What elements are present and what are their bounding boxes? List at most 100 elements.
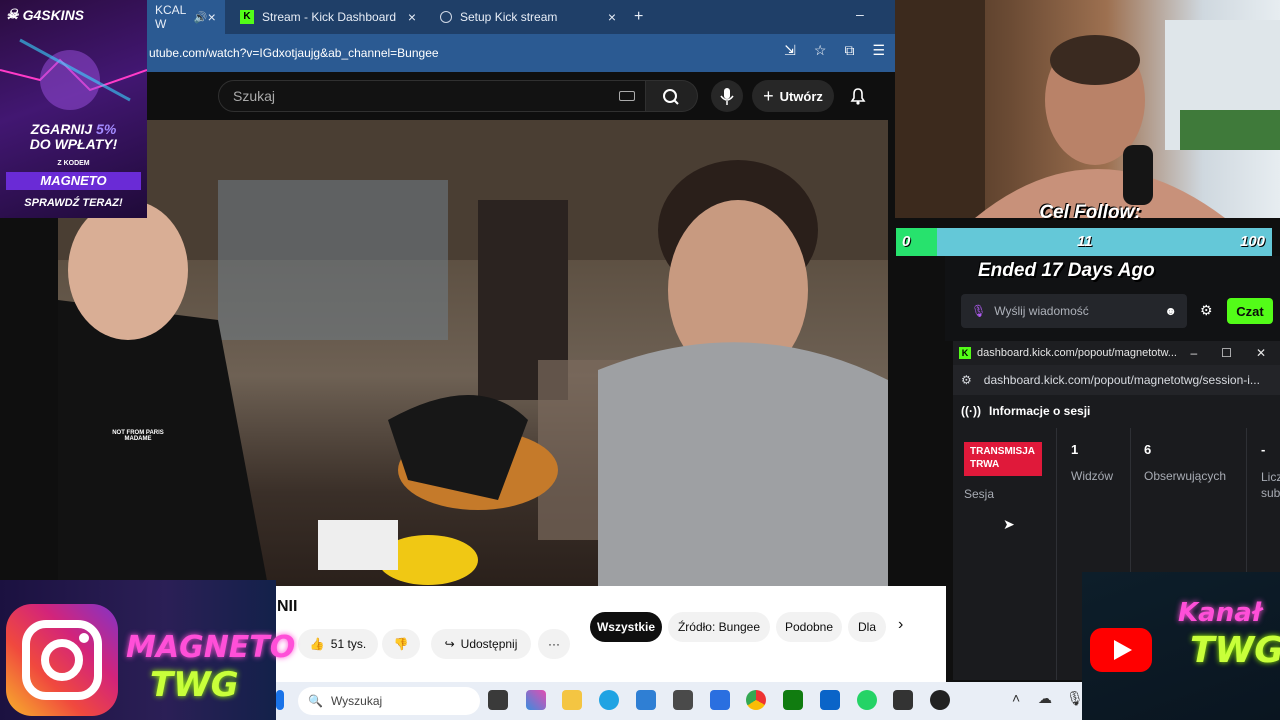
close-button[interactable]: ✕ <box>1256 346 1266 360</box>
ad-code: MAGNETO <box>6 172 141 190</box>
chip-all[interactable]: Wszystkie <box>590 612 662 642</box>
session-info-header: ((·)) Informacje o sesji <box>953 396 1280 426</box>
ad-brand: G4SKINS <box>22 6 85 23</box>
emoji-icon[interactable]: ☻ <box>1164 304 1177 318</box>
yt-overlay-text2: TWG <box>1190 630 1280 671</box>
app-icon[interactable] <box>893 690 913 710</box>
subs-count: - <box>1261 442 1266 457</box>
url-text: utube.com/watch?v=IGdxotjaujg&ab_channel… <box>149 46 439 60</box>
chrome-icon[interactable] <box>746 690 766 710</box>
speaker-icon: 🔊 <box>193 11 208 24</box>
share-button[interactable]: ↪ Udostępnij <box>431 629 531 659</box>
chip-source[interactable]: Źródło: Bungee <box>668 612 770 642</box>
start-icon[interactable] <box>276 690 284 710</box>
ig-overlay-text2: TWG <box>150 665 239 705</box>
microphone-icon[interactable]: 🎙 <box>971 304 986 318</box>
chip-related[interactable]: Podobne <box>776 612 842 642</box>
extensions-icon[interactable]: ⧉ <box>844 42 854 59</box>
goal-title: Cel Follow: <box>1039 202 1141 223</box>
minimize-button[interactable]: – <box>1190 346 1197 360</box>
maximize-button[interactable]: ☐ <box>1221 346 1232 360</box>
kick-icon: K <box>959 347 971 359</box>
viewers-count: 1 <box>1071 442 1079 457</box>
whatsapp-icon[interactable] <box>857 690 877 710</box>
ad-logo: ☠ G4SKINS <box>6 6 146 23</box>
task-view-icon[interactable] <box>488 690 508 710</box>
site-settings-icon[interactable]: ⚙ <box>961 373 972 387</box>
share-label: Udostępnij <box>460 637 518 651</box>
viewers-label: Widzów <box>1071 469 1114 483</box>
cloud-icon[interactable]: ☁ <box>1038 690 1052 707</box>
more-actions-button[interactable]: ··· <box>538 629 570 659</box>
video-player[interactable]: NOT FROM PARIS MADAME <box>58 120 888 586</box>
chevron-right-icon[interactable]: › <box>898 616 903 634</box>
video-frame-image <box>58 120 888 586</box>
search-input[interactable]: Szukaj <box>218 80 646 112</box>
chip-label: Źródło: Bungee <box>677 620 761 634</box>
bookmark-star-icon[interactable]: ☆ <box>814 42 827 59</box>
webcam-feed <box>895 0 1280 218</box>
tab-setup-kick[interactable]: Setup Kick stream × <box>430 0 626 34</box>
chat-send-label: Czat <box>1236 303 1264 319</box>
thumbs-up-icon: 👍 <box>309 637 325 651</box>
youtube-logo-icon <box>1090 628 1152 672</box>
obs-icon[interactable] <box>930 690 950 710</box>
tab-kick-dashboard[interactable]: K Stream - Kick Dashboard × <box>230 0 426 34</box>
tab-label: Setup Kick stream <box>460 10 558 24</box>
tab-label: Stream - Kick Dashboard <box>262 10 397 24</box>
notifications-button[interactable] <box>848 86 868 111</box>
new-tab-button[interactable]: + <box>634 8 643 26</box>
popout-address-bar[interactable]: ⚙ dashboard.kick.com/popout/magnetotwg/s… <box>953 365 1280 395</box>
mouse-cursor: ➤ <box>1003 516 1015 532</box>
xbox-icon[interactable] <box>783 690 803 710</box>
store-icon[interactable] <box>636 690 656 710</box>
chip-label: Dla <box>857 620 876 634</box>
outlook-icon[interactable] <box>820 690 840 710</box>
chat-placeholder: Wyślij wiadomość <box>994 304 1089 318</box>
ad-headline2: DO WPŁATY! <box>29 136 118 152</box>
install-icon[interactable]: ⇲ <box>784 42 796 59</box>
gear-icon[interactable]: ⚙ <box>1200 302 1213 319</box>
popout-title: dashboard.kick.com/popout/magnetotw... <box>977 347 1177 359</box>
close-icon[interactable]: × <box>208 9 216 25</box>
plus-icon: + <box>763 85 774 106</box>
close-icon[interactable]: × <box>608 9 616 25</box>
chat-message-input[interactable]: 🎙 Wyślij wiadomość ☻ <box>961 294 1187 328</box>
dislike-button[interactable]: 👎 <box>382 629 420 659</box>
minimize-button[interactable]: – <box>856 6 864 22</box>
instagram-icon <box>6 604 118 716</box>
kick-icon: K <box>240 10 254 24</box>
voice-search-button[interactable] <box>711 80 743 112</box>
tab-youtube[interactable]: KCAL W 🔊 × <box>145 0 225 34</box>
share-icon: ↪ <box>444 637 455 651</box>
create-button[interactable]: + Utwórz <box>752 80 834 112</box>
app-icon[interactable] <box>710 690 730 710</box>
followers-count: 6 <box>1144 442 1152 457</box>
file-explorer-icon[interactable] <box>562 690 582 710</box>
bell-icon <box>850 88 866 105</box>
address-bar[interactable]: utube.com/watch?v=IGdxotjaujg&ab_channel… <box>145 34 895 72</box>
like-button[interactable]: 👍 51 tys. <box>298 629 378 659</box>
edge-icon[interactable] <box>599 690 619 710</box>
microphone-icon <box>720 88 734 105</box>
subs-label: Licz sub <box>1261 470 1280 500</box>
media-control-icon[interactable]: ☰ <box>872 42 885 59</box>
ad-bonus: 5% <box>96 121 117 137</box>
skull-icon: ☠ <box>6 6 19 22</box>
search-placeholder: Szukaj <box>233 88 276 104</box>
instagram-glyph <box>22 620 102 700</box>
chip-for-you[interactable]: Dla <box>848 612 886 642</box>
followers-label: Obserwujących <box>1144 469 1227 483</box>
chevron-up-icon[interactable]: ˄ <box>1012 690 1020 706</box>
copilot-icon[interactable] <box>526 690 546 710</box>
chat-send-button[interactable]: Czat <box>1227 298 1273 324</box>
create-label: Utwórz <box>779 88 823 104</box>
app-icon[interactable] <box>673 690 693 710</box>
chip-label: Wszystkie <box>596 620 656 634</box>
search-button[interactable] <box>646 80 698 112</box>
more-icon: ··· <box>548 637 560 651</box>
close-icon[interactable]: × <box>408 9 416 25</box>
taskbar-search[interactable]: 🔍 Wyszukaj <box>298 687 480 715</box>
ad-code-label: Z KODEM <box>57 160 90 167</box>
keyboard-icon[interactable] <box>619 91 635 101</box>
